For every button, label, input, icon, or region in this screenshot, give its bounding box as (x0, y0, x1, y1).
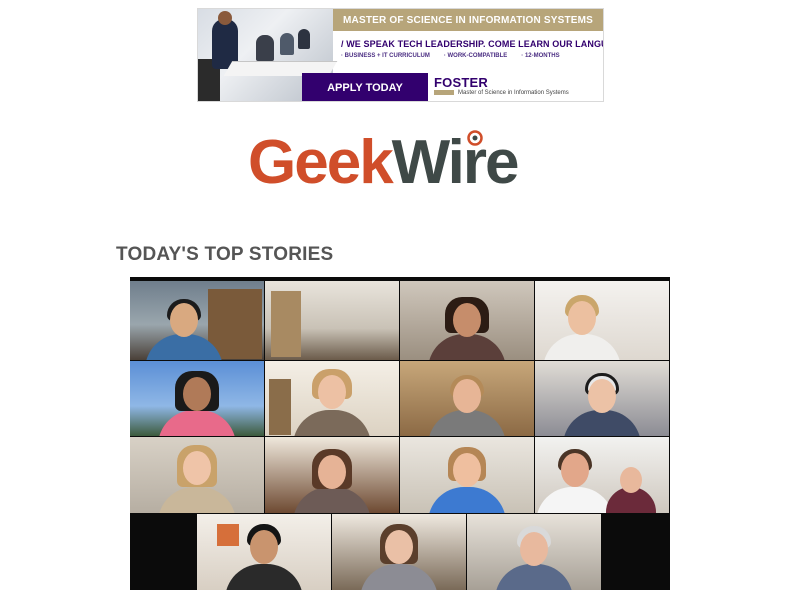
apply-today-button[interactable]: APPLY TODAY (302, 73, 428, 101)
ad-bullet: · 12-MONTHS (521, 53, 560, 59)
video-tile (535, 361, 669, 436)
top-story-image[interactable] (130, 277, 670, 590)
video-tile (130, 281, 264, 360)
video-tile (265, 437, 399, 513)
ad-brand-bar (434, 90, 454, 95)
logo-wire: Wire (391, 128, 520, 197)
video-tile (130, 437, 264, 513)
video-tile (535, 437, 669, 513)
video-tile (265, 361, 399, 436)
video-tile (332, 514, 466, 590)
ad-brand: FOSTER (434, 75, 488, 90)
ad-title: MASTER OF SCIENCE IN INFORMATION SYSTEMS (333, 9, 603, 31)
video-tile (400, 361, 534, 436)
ad-bullet: · BUSINESS + IT CURRICULUM (341, 53, 430, 59)
section-title: TODAY'S TOP STORIES (116, 244, 334, 265)
ad-banner[interactable]: MASTER OF SCIENCE IN INFORMATION SYSTEMS… (197, 8, 604, 102)
logo-geek: Geek (248, 128, 394, 197)
ad-bullets: · BUSINESS + IT CURRICULUM · WORK-COMPAT… (341, 53, 603, 59)
video-tile (400, 437, 534, 513)
ad-bullet: · WORK-COMPATIBLE (443, 53, 508, 59)
video-tile (467, 514, 601, 590)
video-tile (535, 281, 669, 360)
ad-tagline: / WE SPEAK TECH LEADERSHIP. COME LEARN O… (341, 39, 604, 49)
video-tile (197, 514, 331, 590)
video-tile (265, 281, 399, 360)
ad-brand-subtitle: Master of Science in Information Systems (458, 90, 569, 96)
video-tile (400, 281, 534, 360)
signal-dot-icon (467, 130, 483, 146)
video-tile (130, 361, 264, 436)
